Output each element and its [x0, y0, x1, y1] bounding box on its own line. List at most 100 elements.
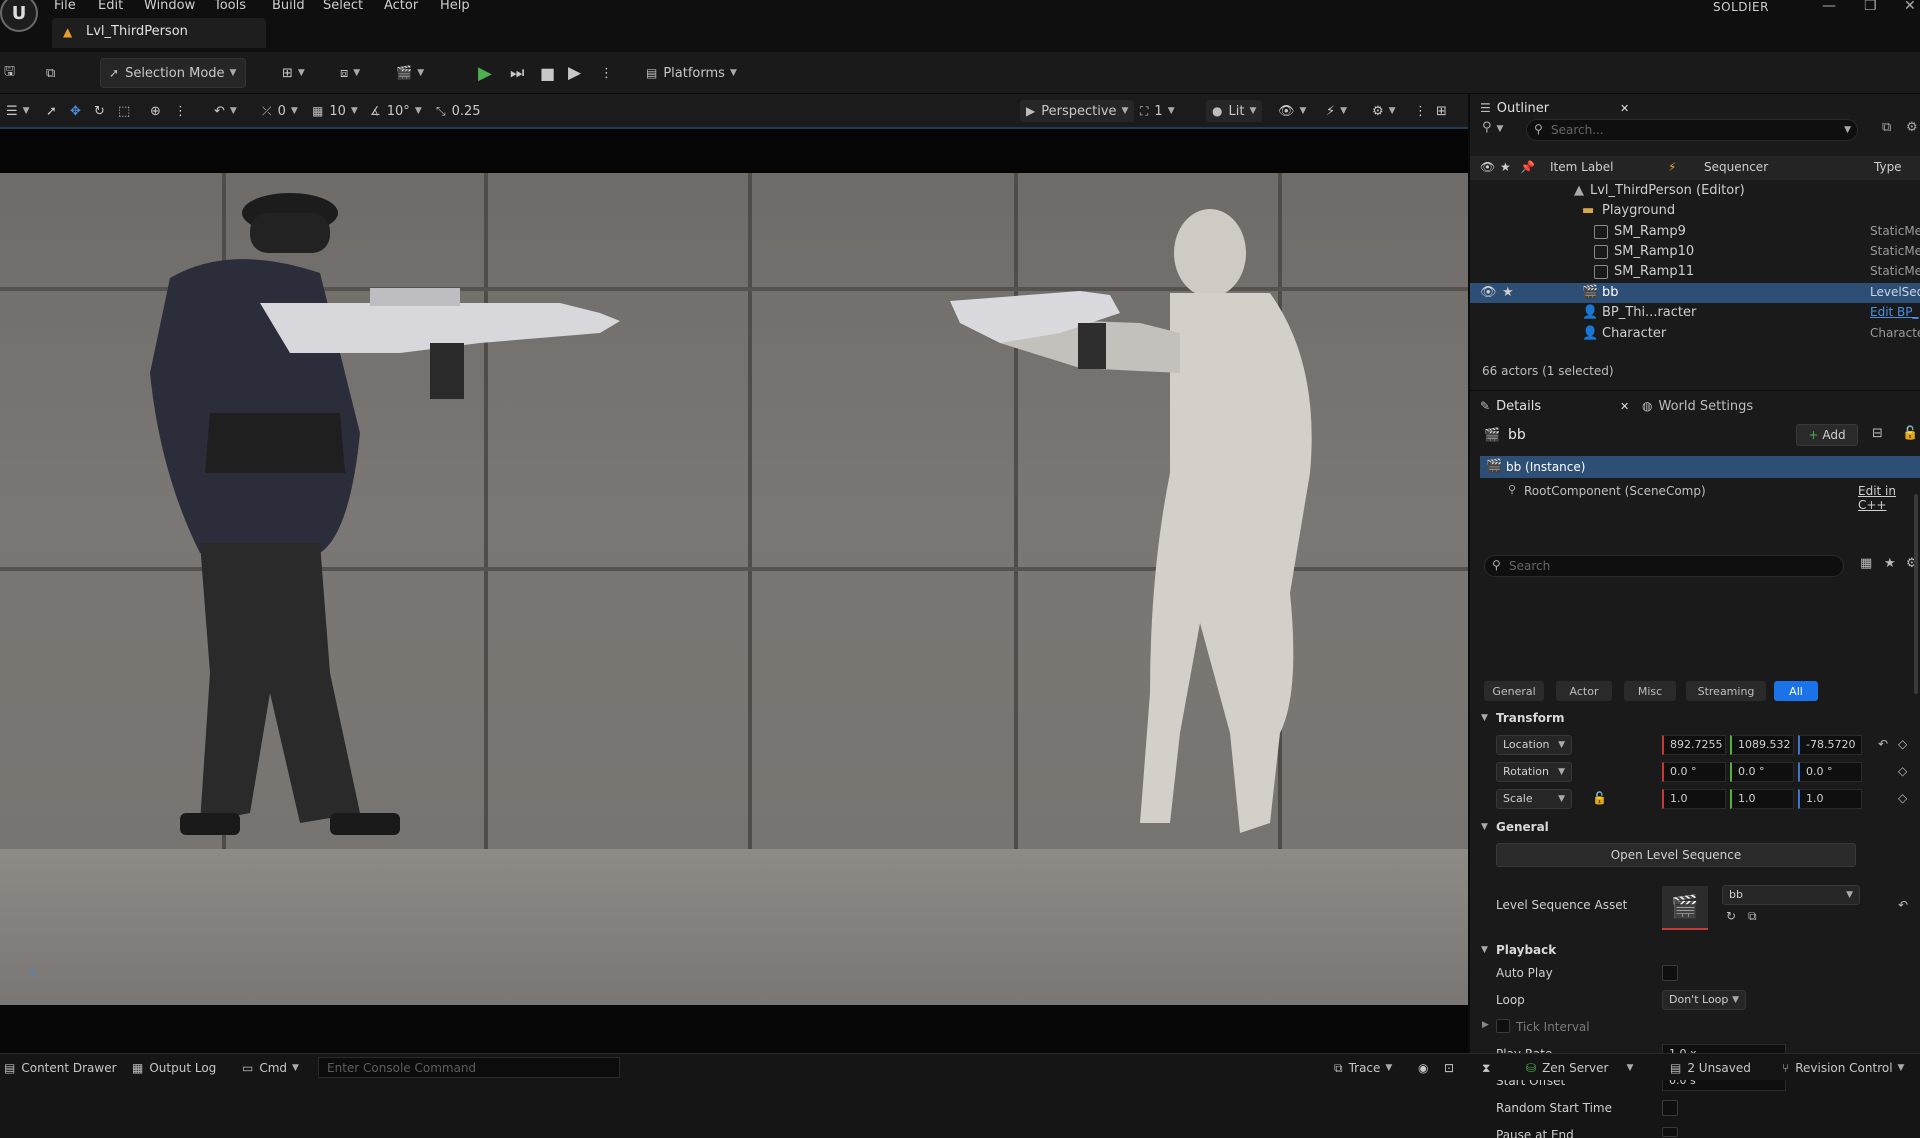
viewport-more-icon[interactable]: ⋮: [1414, 102, 1427, 120]
location-y-field[interactable]: 1089.532: [1730, 735, 1794, 755]
console-command-input[interactable]: Enter Console Command: [318, 1057, 620, 1078]
outliner-settings-icon[interactable]: ⚙: [1906, 120, 1918, 135]
translate-icon[interactable]: ✥: [70, 102, 81, 120]
outliner-row[interactable]: 👤 Character Characte: [1470, 324, 1920, 344]
cinematics-button[interactable]: 🎬 ▼: [396, 58, 424, 88]
scale-dropdown[interactable]: Scale ▼: [1496, 789, 1572, 809]
edit-cpp-link[interactable]: Edit in C++: [1858, 484, 1920, 512]
level-sequence-asset-dropdown[interactable]: bb ▼: [1722, 885, 1860, 905]
actor-name[interactable]: bb: [1508, 427, 1526, 443]
output-log-button[interactable]: ▦ Output Log: [132, 1060, 216, 1076]
step-icon[interactable]: ⏭: [510, 58, 524, 88]
keyframe-icon[interactable]: ◇: [1898, 737, 1907, 751]
menu-file[interactable]: File: [54, 0, 76, 14]
grid-rotate-snap[interactable]: ⤫ 0 ▼: [262, 102, 298, 120]
outliner-row-folder[interactable]: ▬ Playground: [1470, 201, 1920, 221]
close-tab-icon[interactable]: ✕: [1620, 102, 1629, 115]
loop-dropdown[interactable]: Don't Loop ▼: [1662, 990, 1746, 1010]
use-selected-icon[interactable]: ↻: [1726, 909, 1736, 923]
details-search-input[interactable]: ⚲ Search: [1484, 555, 1844, 577]
visibility-icon[interactable]: 👁: [1480, 285, 1497, 300]
filter-icon[interactable]: ⚲ ▼: [1482, 120, 1503, 135]
pin-header-icon[interactable]: 📌: [1520, 160, 1535, 174]
stop-icon[interactable]: ■: [540, 58, 555, 88]
outliner-row-level[interactable]: ▲ Lvl_ThirdPerson (Editor): [1470, 181, 1920, 201]
reset-icon[interactable]: ↶: [1878, 737, 1888, 751]
outliner-row[interactable]: SM_Ramp10 StaticMe: [1470, 242, 1920, 262]
simulate-icon[interactable]: ▶: [568, 58, 581, 88]
blueprint-icon[interactable]: ⊟: [1872, 426, 1883, 441]
tab-outliner[interactable]: ☰ Outliner ✕: [1480, 94, 1640, 122]
menu-edit[interactable]: Edit: [98, 0, 123, 14]
unsaved-button[interactable]: ▤ 2 Unsaved: [1670, 1060, 1751, 1076]
show-flags-icon[interactable]: 👁 ▼: [1278, 102, 1306, 120]
rotation-dropdown[interactable]: Rotation ▼: [1496, 762, 1572, 782]
open-level-sequence-button[interactable]: Open Level Sequence: [1496, 843, 1856, 867]
location-x-field[interactable]: 892.7255: [1662, 735, 1726, 755]
menu-window[interactable]: Window: [144, 0, 195, 14]
scale-x-field[interactable]: 1.0: [1662, 789, 1726, 809]
star-icon[interactable]: ★: [1502, 285, 1514, 300]
auto-play-checkbox[interactable]: [1662, 965, 1678, 981]
platforms-button[interactable]: ▤ Platforms ▼: [646, 58, 737, 88]
zen-server-dropdown[interactable]: ⛁ Zen Server ▼: [1526, 1060, 1633, 1076]
favorites-icon[interactable]: ★: [1884, 556, 1896, 571]
scale-icon[interactable]: ⬚: [118, 102, 130, 120]
play-options-icon[interactable]: ⋮: [600, 58, 613, 88]
star-header-icon[interactable]: ★: [1500, 160, 1511, 174]
browse-asset-icon[interactable]: ⧉: [1748, 909, 1757, 924]
filter-tab-streaming[interactable]: Streaming: [1686, 681, 1766, 701]
scale-z-field[interactable]: 1.0: [1798, 789, 1862, 809]
edit-blueprint-link[interactable]: Edit BP_: [1870, 305, 1919, 319]
tick-interval-checkbox[interactable]: [1496, 1019, 1510, 1033]
performance-icon[interactable]: ⚡ ▼: [1326, 102, 1347, 120]
level-sequence-thumbnail-icon[interactable]: 🎬: [1662, 886, 1708, 930]
selection-mode-dropdown[interactable]: ➚ Selection Mode ▼: [100, 58, 246, 88]
location-dropdown[interactable]: Location ▼: [1496, 735, 1572, 755]
menu-tools[interactable]: Tools: [214, 0, 246, 14]
camera-speed[interactable]: ⛶ 1 ▼: [1140, 102, 1175, 120]
filter-tab-actor[interactable]: Actor: [1556, 681, 1612, 701]
more-icon[interactable]: ⋮: [174, 102, 187, 120]
menu-select[interactable]: Select: [323, 0, 363, 14]
menu-actor[interactable]: Actor: [384, 0, 418, 14]
close-tab-icon[interactable]: ✕: [1620, 400, 1629, 413]
select-tool-icon[interactable]: ➚: [46, 102, 57, 120]
surface-snap-icon[interactable]: ↶ ▼: [214, 102, 237, 120]
add-component-button[interactable]: + Add: [1796, 424, 1858, 446]
scale-snap[interactable]: ⤡ 0.25: [436, 102, 481, 120]
component-row-instance[interactable]: 🎬 bb (Instance): [1480, 456, 1920, 478]
outliner-row[interactable]: 👤 BP_Thi...racter Edit BP_: [1470, 303, 1920, 323]
column-item-label[interactable]: Item Label: [1550, 160, 1614, 174]
rotation-snap[interactable]: ∡ 10° ▼: [370, 102, 422, 120]
table-view-icon[interactable]: ▦: [1860, 556, 1872, 571]
location-z-field[interactable]: -78.5720: [1798, 735, 1862, 755]
component-row-root[interactable]: ⚲ RootComponent (SceneComp) Edit in C++: [1480, 480, 1920, 512]
screenshot-icon[interactable]: ⊡: [1444, 1060, 1454, 1076]
outliner-search-input[interactable]: ⚲ Search... ▼: [1526, 119, 1858, 141]
tab-world-settings[interactable]: ◍ World Settings: [1642, 392, 1802, 420]
expand-arrow-icon[interactable]: ▶: [1482, 1020, 1489, 1030]
maximize-icon[interactable]: ❐: [1864, 0, 1877, 14]
rotation-z-field[interactable]: 0.0 °: [1798, 762, 1862, 782]
viewport-options-icon[interactable]: ☰ ▼: [6, 102, 30, 120]
section-transform[interactable]: ▼ Transform: [1470, 707, 1920, 729]
rotate-icon[interactable]: ↻: [94, 102, 105, 120]
hourglass-icon[interactable]: ⧗: [1482, 1060, 1490, 1076]
outliner-row-selected[interactable]: 👁 ★ 🎬 bb LevelSeq: [1470, 283, 1920, 303]
filter-tab-all[interactable]: All: [1774, 681, 1818, 701]
column-type[interactable]: Type: [1874, 160, 1902, 174]
random-start-time-checkbox[interactable]: [1662, 1100, 1678, 1116]
grid-snap[interactable]: ▦ 10 ▼: [312, 102, 358, 120]
blueprints-button[interactable]: ⧈ ▼: [340, 58, 360, 88]
menu-build[interactable]: Build: [272, 0, 305, 14]
browse-icon[interactable]: ⧉: [46, 58, 55, 88]
column-sequencer[interactable]: Sequencer: [1704, 160, 1768, 174]
record-icon[interactable]: ◉: [1418, 1060, 1428, 1076]
save-icon[interactable]: 🖫: [4, 58, 15, 88]
level-tab[interactable]: ▲ Lvl_ThirdPerson: [52, 18, 266, 48]
layout-icon[interactable]: ⊞: [1436, 102, 1447, 120]
unreal-logo-icon[interactable]: U: [0, 0, 38, 32]
keyframe-icon[interactable]: ◇: [1898, 791, 1907, 805]
visibility-header-icon[interactable]: 👁: [1480, 160, 1495, 174]
